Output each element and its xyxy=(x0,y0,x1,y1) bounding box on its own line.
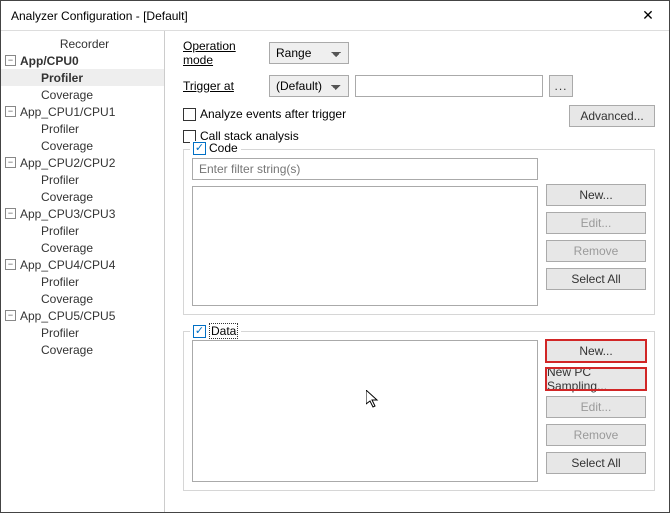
data-fieldset: Data New... New PC Sampling... Edit... R… xyxy=(183,331,655,491)
tree-group[interactable]: − App_CPU2/CPU2 xyxy=(1,154,164,171)
data-legend-label: Data xyxy=(209,323,238,339)
trigger-text-input[interactable] xyxy=(355,75,543,97)
tree-leaf-label: Coverage xyxy=(41,88,93,102)
tree-leaf-label: Profiler xyxy=(41,71,83,85)
tree-leaf-label: Profiler xyxy=(41,326,79,340)
data-new-pc-sampling-button[interactable]: New PC Sampling... xyxy=(546,368,646,390)
code-filter-input[interactable] xyxy=(192,158,538,180)
expander-minus-icon[interactable]: − xyxy=(5,310,16,321)
data-legend[interactable]: Data xyxy=(190,323,241,339)
analyze-row: Analyze events after trigger Advanced... xyxy=(183,105,655,127)
data-edit-button[interactable]: Edit... xyxy=(546,396,646,418)
tree-leaf-profiler[interactable]: Profiler xyxy=(1,120,164,137)
titlebar: Analyzer Configuration - [Default] ✕ xyxy=(1,1,669,31)
tree-group-label: App_CPU1/CPU1 xyxy=(20,105,115,119)
tree-group-label: App_CPU5/CPU5 xyxy=(20,309,115,323)
tree-root-label: Recorder xyxy=(5,37,164,51)
tree-leaf-profiler[interactable]: Profiler xyxy=(1,324,164,341)
data-listbox[interactable] xyxy=(192,340,538,482)
trigger-label: Trigger at xyxy=(183,79,269,93)
tree-leaf-label: Coverage xyxy=(41,139,93,153)
main-panel: Operation mode Range Trigger at (Default… xyxy=(165,31,669,512)
tree-group[interactable]: − App_CPU4/CPU4 xyxy=(1,256,164,273)
trigger-row: Trigger at (Default) ... xyxy=(183,75,655,97)
code-edit-button[interactable]: Edit... xyxy=(546,212,646,234)
analyze-after-checkbox-row[interactable]: Analyze events after trigger xyxy=(183,107,346,121)
window: Analyzer Configuration - [Default] ✕ Rec… xyxy=(0,0,670,513)
code-selectall-button[interactable]: Select All xyxy=(546,268,646,290)
tree-leaf-coverage[interactable]: Coverage xyxy=(1,188,164,205)
close-button[interactable]: ✕ xyxy=(627,2,669,30)
code-listbox[interactable] xyxy=(192,186,538,306)
tree-leaf-label: Profiler xyxy=(41,224,79,238)
trigger-select[interactable]: (Default) xyxy=(269,75,349,97)
tree-group[interactable]: − App_CPU5/CPU5 xyxy=(1,307,164,324)
code-checkbox[interactable] xyxy=(193,142,206,155)
window-title: Analyzer Configuration - [Default] xyxy=(11,9,627,23)
tree-leaf-coverage[interactable]: Coverage xyxy=(1,290,164,307)
code-legend-label: Code xyxy=(209,141,238,155)
analyze-after-checkbox[interactable] xyxy=(183,108,196,121)
tree-group-label: App/CPU0 xyxy=(20,54,79,68)
operation-mode-label: Operation mode xyxy=(183,39,269,67)
tree-leaf-profiler[interactable]: Profiler xyxy=(1,171,164,188)
tree-leaf-label: Profiler xyxy=(41,122,79,136)
tree-leaf-coverage[interactable]: Coverage xyxy=(1,86,164,103)
tree-leaf-coverage[interactable]: Coverage xyxy=(1,239,164,256)
tree-leaf-label: Profiler xyxy=(41,275,79,289)
tree-leaf-label: Profiler xyxy=(41,173,79,187)
tree-group-label: App_CPU2/CPU2 xyxy=(20,156,115,170)
trigger-browse-button[interactable]: ... xyxy=(549,75,573,97)
operation-mode-row: Operation mode Range xyxy=(183,39,655,67)
sidebar-tree[interactable]: Recorder − App/CPU0 Profiler Coverage − … xyxy=(1,31,165,512)
tree-leaf-coverage[interactable]: Coverage xyxy=(1,341,164,358)
tree-leaf-profiler[interactable]: Profiler xyxy=(1,69,164,86)
tree-leaf-coverage[interactable]: Coverage xyxy=(1,137,164,154)
code-new-button[interactable]: New... xyxy=(546,184,646,206)
operation-mode-select[interactable]: Range xyxy=(269,42,349,64)
tree-group[interactable]: − App_CPU1/CPU1 xyxy=(1,103,164,120)
data-checkbox[interactable] xyxy=(193,325,206,338)
expander-minus-icon[interactable]: − xyxy=(5,208,16,219)
tree-leaf-label: Coverage xyxy=(41,190,93,204)
tree-root[interactable]: Recorder xyxy=(1,35,164,52)
callstack-checkbox-row[interactable]: Call stack analysis xyxy=(183,129,655,143)
code-fieldset: Code New... Edit... Remove Select All xyxy=(183,149,655,315)
tree-group[interactable]: − App/CPU0 xyxy=(1,52,164,69)
data-selectall-button[interactable]: Select All xyxy=(546,452,646,474)
expander-minus-icon[interactable]: − xyxy=(5,259,16,270)
tree-leaf-profiler[interactable]: Profiler xyxy=(1,273,164,290)
tree-group-label: App_CPU3/CPU3 xyxy=(20,207,115,221)
tree-leaf-label: Coverage xyxy=(41,343,93,357)
tree-leaf-profiler[interactable]: Profiler xyxy=(1,222,164,239)
tree-leaf-label: Coverage xyxy=(41,292,93,306)
tree-leaf-label: Coverage xyxy=(41,241,93,255)
body: Recorder − App/CPU0 Profiler Coverage − … xyxy=(1,31,669,512)
data-remove-button[interactable]: Remove xyxy=(546,424,646,446)
expander-minus-icon[interactable]: − xyxy=(5,106,16,117)
tree-group[interactable]: − App_CPU3/CPU3 xyxy=(1,205,164,222)
advanced-button[interactable]: Advanced... xyxy=(569,105,655,127)
tree-group-label: App_CPU4/CPU4 xyxy=(20,258,115,272)
analyze-after-label: Analyze events after trigger xyxy=(200,107,346,121)
expander-minus-icon[interactable]: − xyxy=(5,55,16,66)
data-new-button[interactable]: New... xyxy=(546,340,646,362)
expander-minus-icon[interactable]: − xyxy=(5,157,16,168)
code-remove-button[interactable]: Remove xyxy=(546,240,646,262)
code-legend[interactable]: Code xyxy=(190,141,241,155)
